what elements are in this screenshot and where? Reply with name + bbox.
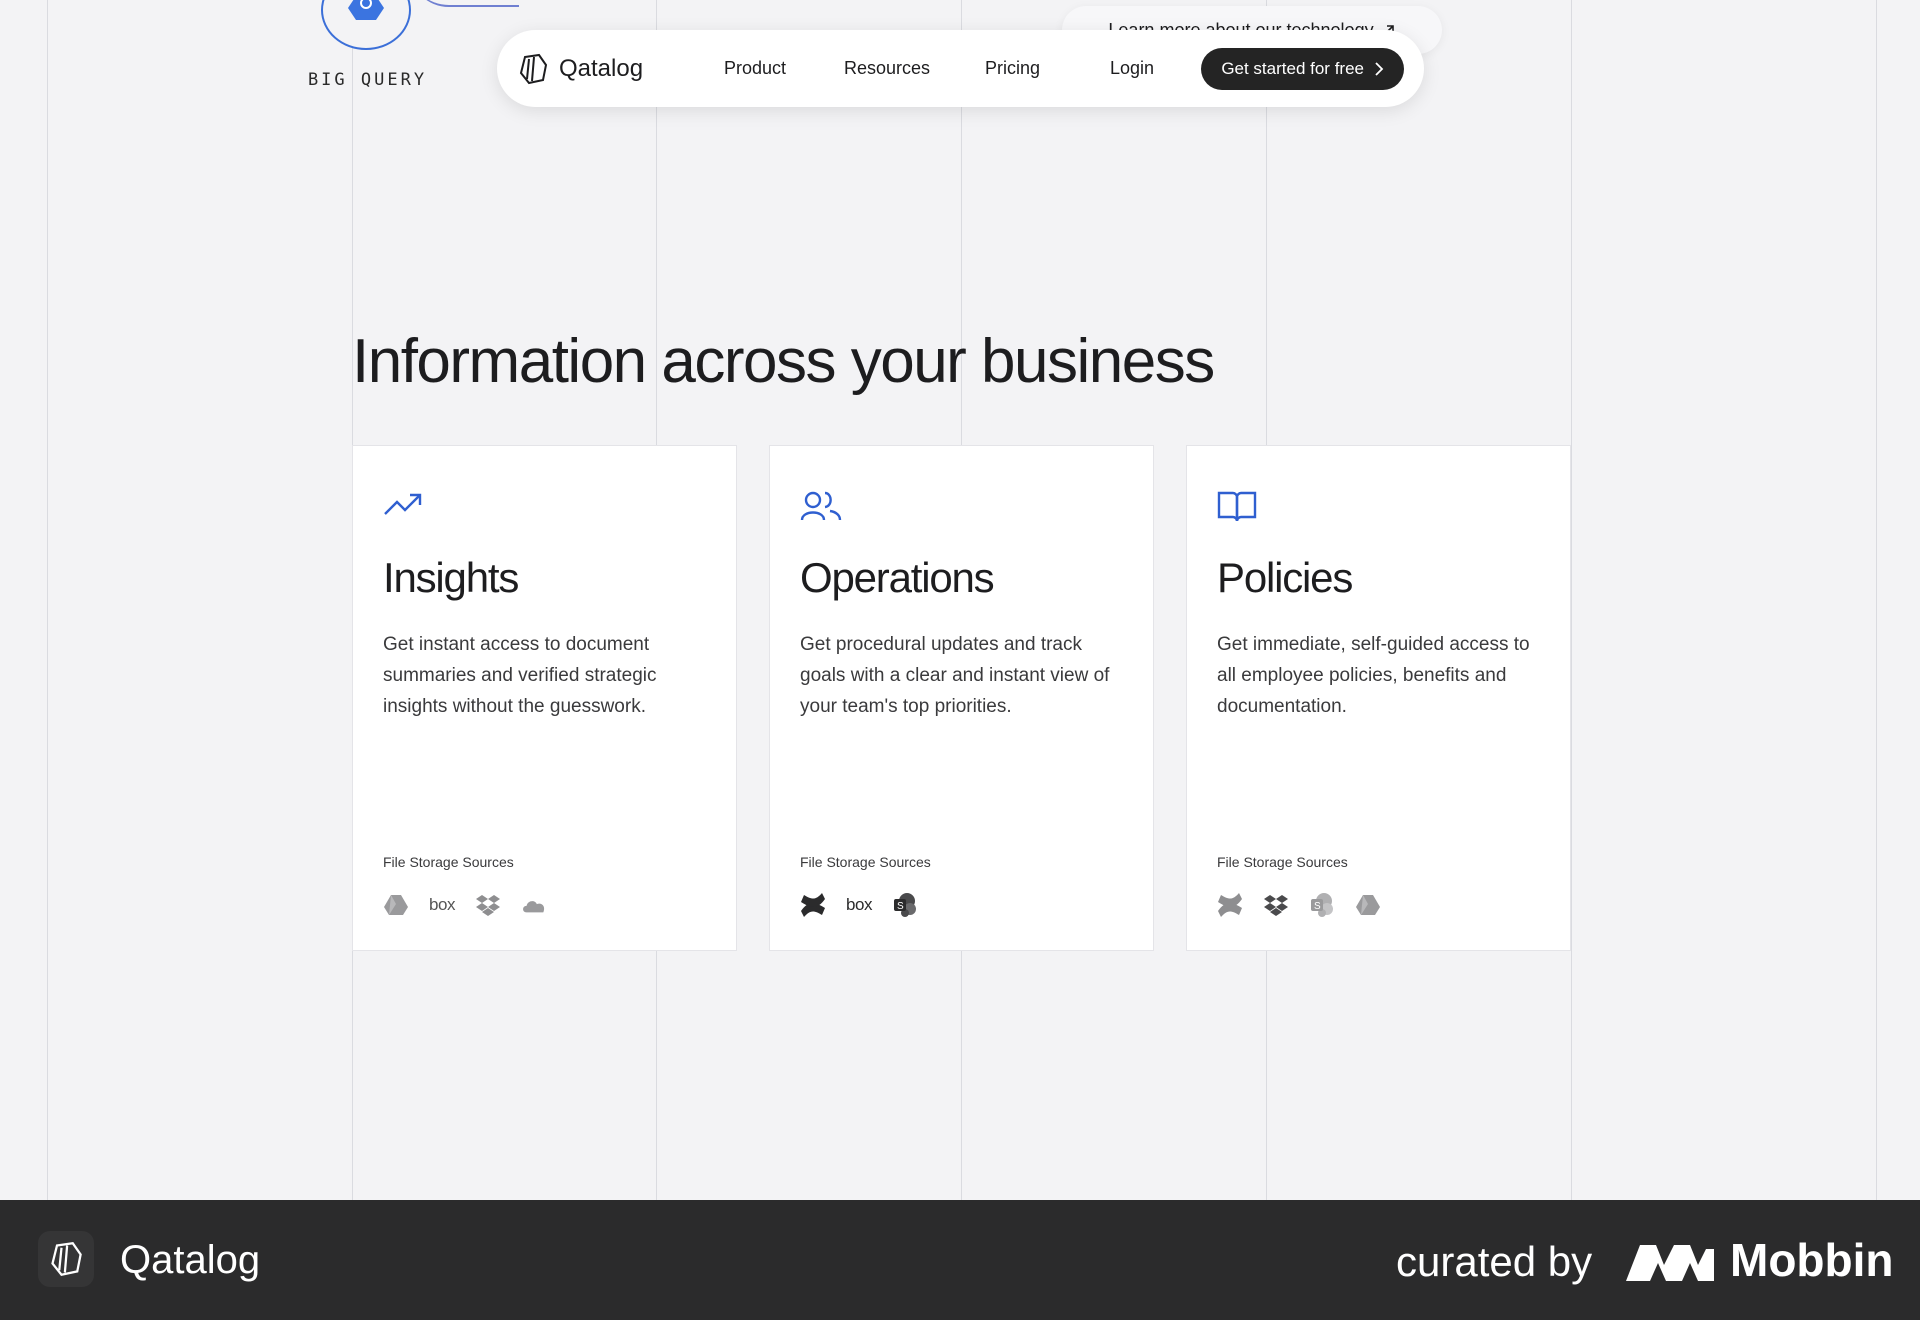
card-policies: Policies Get immediate, self-guided acce… [1186, 445, 1571, 951]
get-started-label: Get started for free [1221, 59, 1364, 78]
nav-link-login[interactable]: Login [1110, 58, 1154, 79]
card-insights: Insights Get instant access to document … [352, 445, 737, 951]
confluence-icon [800, 892, 826, 918]
nav-link-pricing[interactable]: Pricing [985, 58, 1040, 79]
card-title: Insights [383, 554, 519, 601]
bigquery-icon [348, 0, 384, 20]
dropbox-icon [1263, 892, 1289, 918]
trending-up-icon [383, 490, 423, 525]
dropbox-icon [475, 892, 501, 918]
source-logos: S [1217, 892, 1381, 918]
card-description: Get procedural updates and track goals w… [800, 634, 1110, 717]
box-icon: box [429, 895, 455, 914]
mobbin-text: Mobbin [1730, 1234, 1894, 1286]
sources-label: File Storage Sources [800, 854, 931, 870]
grid-line [1876, 0, 1877, 1200]
qatalog-logo-icon [519, 53, 548, 84]
source-logos: box S [800, 892, 918, 918]
qatalog-app-icon [38, 1231, 94, 1287]
book-open-icon [1217, 490, 1257, 529]
grid-line [1571, 0, 1572, 1200]
footer-brand: Qatalog [120, 1238, 261, 1282]
google-drive-icon [1355, 892, 1381, 918]
svg-text:S: S [1314, 901, 1321, 912]
section-headline: Information across your business [352, 327, 1215, 396]
box-icon: box [846, 895, 872, 914]
sharepoint-icon: S [892, 892, 918, 918]
source-logos: box [383, 892, 547, 918]
sources-label: File Storage Sources [383, 854, 514, 870]
nav-logo[interactable]: Qatalog [517, 53, 643, 85]
nav-logo-text: Qatalog [559, 54, 644, 82]
sharepoint-icon: S [1309, 892, 1335, 918]
curated-by-text: curated by [1396, 1238, 1593, 1285]
card-description: Get instant access to document summaries… [383, 634, 657, 717]
mobbin-footer: Qatalog curated by Mobbin [0, 1200, 1920, 1320]
users-icon [800, 490, 842, 527]
card-title: Policies [1217, 554, 1353, 601]
onedrive-icon [521, 892, 547, 918]
top-nav: Qatalog Product Resources Pricing Login … [497, 30, 1424, 107]
sources-label: File Storage Sources [1217, 854, 1348, 870]
bigquery-label: BIG QUERY [307, 70, 428, 90]
nav-link-resources[interactable]: Resources [844, 58, 930, 79]
mobbin-icon [1626, 1245, 1714, 1281]
google-drive-icon [383, 892, 409, 918]
confluence-icon [1217, 892, 1243, 918]
bigquery-node [321, 0, 411, 50]
chevron-right-icon [1375, 62, 1384, 76]
card-operations: Operations Get procedural updates and tr… [769, 445, 1154, 951]
mobbin-logo[interactable]: Mobbin [1626, 1233, 1894, 1287]
get-started-button[interactable]: Get started for free [1201, 48, 1404, 90]
nav-link-product[interactable]: Product [724, 58, 786, 79]
svg-text:S: S [897, 901, 904, 912]
card-title: Operations [800, 554, 995, 601]
connector-line [409, 0, 519, 7]
card-description: Get immediate, self-guided access to all… [1217, 634, 1530, 717]
grid-line [47, 0, 48, 1200]
